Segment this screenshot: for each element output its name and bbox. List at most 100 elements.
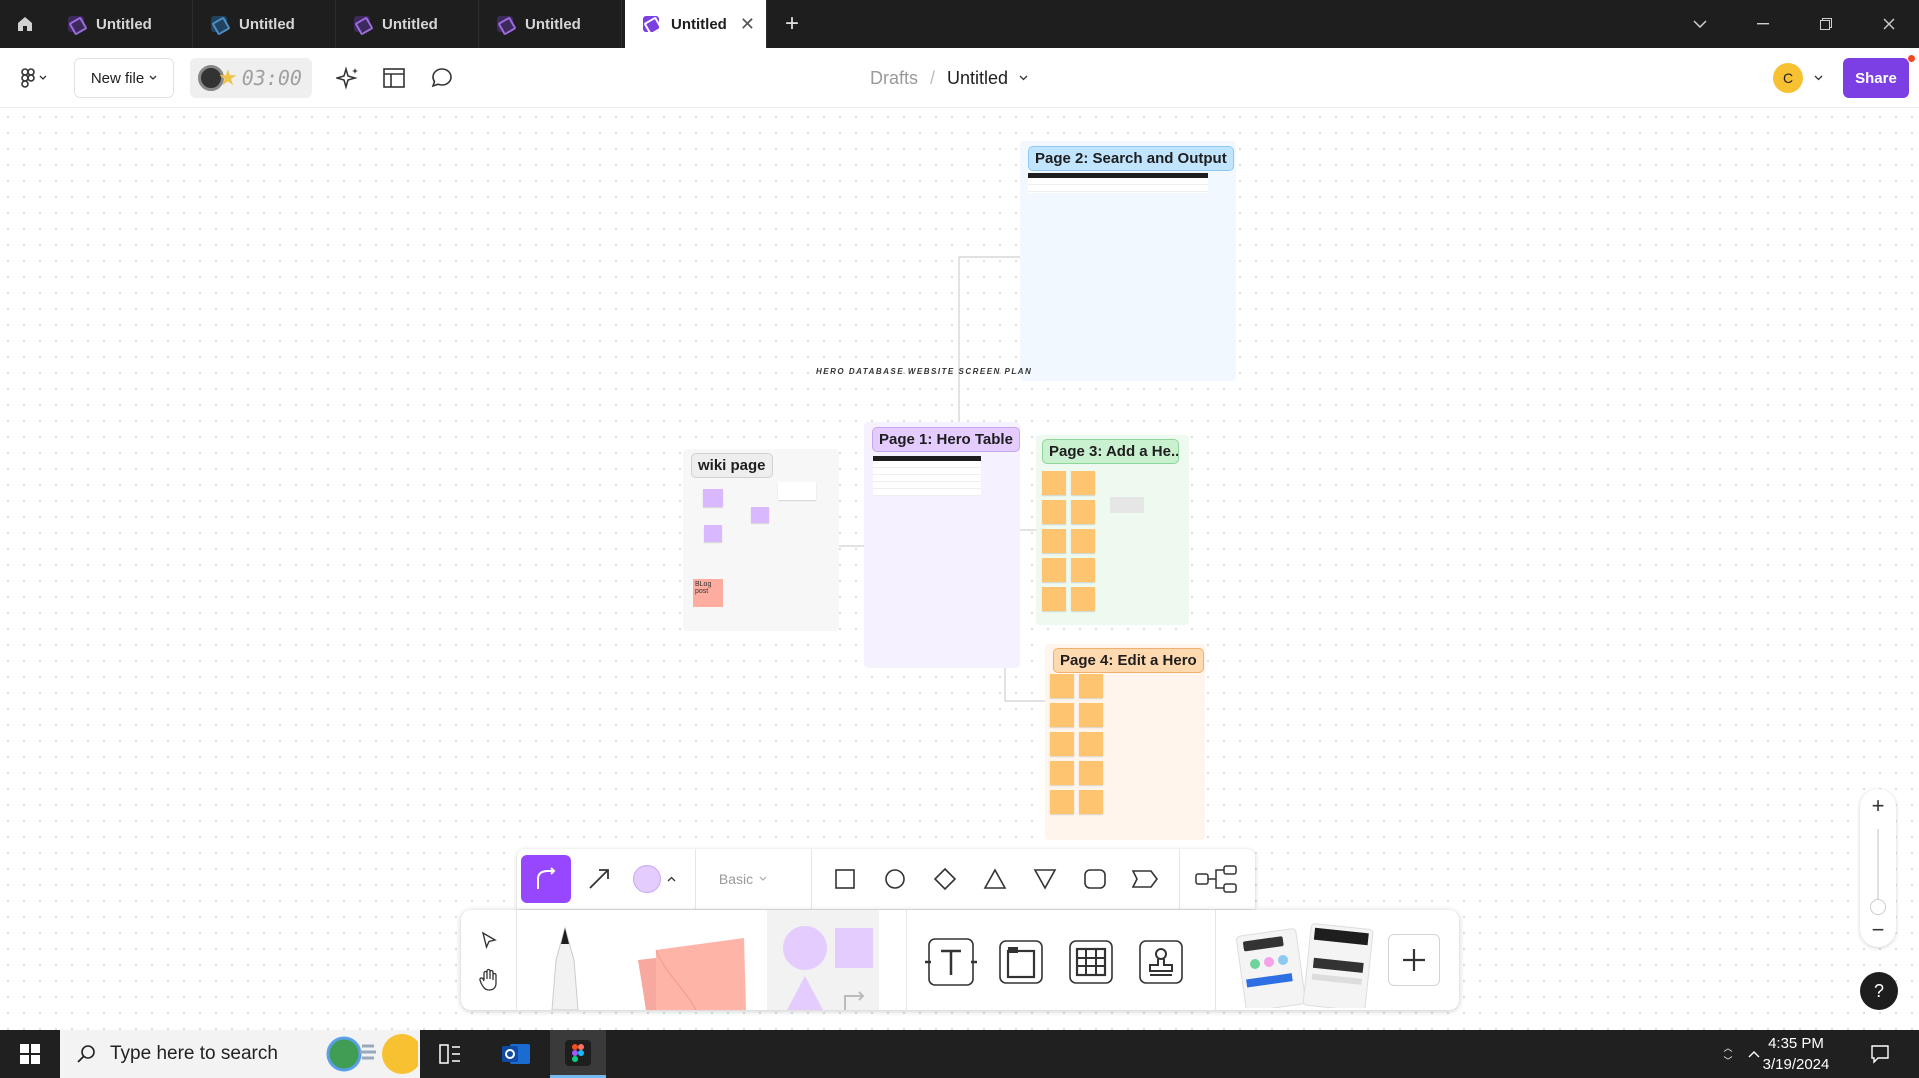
help-button[interactable]: ? (1860, 972, 1898, 1010)
table-tool[interactable] (1063, 934, 1119, 990)
section-page-2[interactable]: Page 2: Search and Output (1020, 141, 1236, 381)
close-window-button[interactable] (1859, 0, 1919, 48)
sticky-note[interactable] (1042, 558, 1066, 582)
rounded-rectangle-tool[interactable] (1074, 855, 1116, 903)
new-file-button[interactable]: New file (74, 58, 174, 98)
shape-library-select[interactable]: Basic (703, 855, 783, 903)
sticky-note[interactable] (1079, 761, 1103, 785)
restore-button[interactable] (1796, 0, 1856, 48)
hand-tool[interactable] (471, 962, 507, 998)
sticky-note[interactable] (1079, 790, 1103, 814)
section-tool[interactable] (993, 934, 1049, 990)
more-tools-button[interactable] (1388, 934, 1440, 986)
share-button[interactable]: Share (1843, 58, 1909, 98)
section-label-page-4[interactable]: Page 4: Edit a Hero (1053, 648, 1204, 673)
system-clock[interactable]: 4:35 PM 3/19/2024 (1746, 1033, 1846, 1075)
diamond-tool[interactable] (924, 855, 966, 903)
widgets-plugins-tool[interactable] (1231, 916, 1379, 1010)
zoom-in-button[interactable]: + (1860, 791, 1896, 821)
rectangle-tool[interactable] (824, 855, 866, 903)
sticky-note[interactable] (1042, 471, 1066, 495)
ai-actions-button[interactable] (328, 58, 368, 98)
main-menu-button[interactable] (14, 60, 54, 96)
text-tool[interactable] (923, 934, 979, 990)
templates-button[interactable] (374, 58, 414, 98)
tab-untitled-2[interactable]: Untitled (193, 0, 336, 48)
sticky-note[interactable] (1050, 790, 1074, 814)
sticky-note[interactable] (1042, 500, 1066, 524)
user-avatar[interactable]: C (1773, 63, 1803, 93)
scroll-arrows[interactable]: ︿ ﹀ (1718, 1030, 1738, 1078)
ellipse-tool[interactable] (874, 855, 916, 903)
zoom-out-button[interactable]: − (1860, 915, 1896, 945)
text-card[interactable] (778, 482, 816, 500)
sticky-note[interactable] (1042, 587, 1066, 611)
sticky-note[interactable] (1050, 761, 1074, 785)
close-tab-icon[interactable]: ✕ (740, 14, 755, 35)
section-page-4[interactable]: Page 4: Edit a Hero (1045, 644, 1205, 840)
chevron-shape-tool[interactable] (1124, 855, 1166, 903)
zoom-track[interactable] (1877, 829, 1879, 899)
multiplayer-menu-button[interactable] (1810, 63, 1826, 93)
section-label-wiki[interactable]: wiki page (691, 453, 773, 478)
plan-title[interactable]: HERO DATABASE WEBSITE SCREEN PLAN (816, 367, 1032, 376)
home-button[interactable] (0, 0, 50, 48)
sticky-note[interactable] (751, 507, 769, 523)
sticky-note[interactable] (1079, 703, 1103, 727)
inverted-triangle-tool[interactable] (1024, 855, 1066, 903)
tab-label: Untitled (239, 15, 295, 33)
color-picker[interactable] (629, 855, 679, 903)
sticky-note[interactable] (1071, 529, 1095, 553)
color-swatch (632, 865, 661, 893)
sticky-note[interactable] (1079, 732, 1103, 756)
sticky-note-tool[interactable] (621, 920, 761, 1010)
section-page-3[interactable]: Page 3: Add a He... (1036, 435, 1189, 625)
stamp-tool[interactable] (1133, 934, 1189, 990)
sticky-note[interactable] (1071, 558, 1095, 582)
tab-untitled-1[interactable]: Untitled (50, 0, 193, 48)
notification-center-button[interactable] (1858, 1030, 1902, 1078)
section-page-1[interactable]: Page 1: Hero Table (864, 422, 1020, 668)
section-label-page-1[interactable]: Page 1: Hero Table (872, 427, 1020, 452)
file-title[interactable]: Untitled (947, 68, 1008, 89)
straight-connector-tool[interactable] (575, 855, 623, 903)
sticky-note[interactable] (704, 525, 722, 542)
sticky-note[interactable] (1071, 587, 1095, 611)
figjam-file-icon (354, 16, 370, 32)
section-label-page-2[interactable]: Page 2: Search and Output (1028, 146, 1234, 171)
new-tab-button[interactable]: + (772, 0, 812, 48)
sticky-note[interactable] (1050, 703, 1074, 727)
sticky-note[interactable] (1050, 674, 1074, 698)
start-button[interactable] (0, 1030, 60, 1078)
timer-widget[interactable]: ★ 03:00 (190, 58, 312, 98)
tab-untitled-active[interactable]: Untitled ✕ (625, 0, 767, 48)
sticky-note[interactable] (1071, 471, 1095, 495)
sticky-note-blog[interactable]: BLog post (693, 579, 723, 607)
sticky-note[interactable] (1042, 529, 1066, 553)
shapes-tool[interactable] (767, 910, 879, 1010)
diagram-tool[interactable] (1185, 855, 1247, 903)
elbow-connector-tool[interactable] (521, 855, 571, 903)
breadcrumb-drafts-link[interactable]: Drafts (870, 68, 918, 89)
marker-tool[interactable] (521, 920, 609, 1010)
comments-button[interactable] (422, 58, 462, 98)
tab-untitled-4[interactable]: Untitled (479, 0, 622, 48)
move-tool[interactable] (471, 922, 507, 958)
sticky-note[interactable] (1079, 674, 1103, 698)
sticky-note[interactable] (1071, 500, 1095, 524)
figma-taskbar-button[interactable] (550, 1030, 606, 1078)
task-view-button[interactable] (424, 1030, 476, 1078)
section-wiki-page[interactable]: wiki page BLog post (683, 449, 839, 631)
weather-widget[interactable] (322, 1030, 418, 1078)
outlook-taskbar-button[interactable] (490, 1030, 542, 1078)
zoom-slider-handle[interactable] (1870, 899, 1886, 915)
tab-overflow-button[interactable] (1670, 0, 1730, 48)
sticky-note[interactable] (703, 489, 723, 507)
placeholder-card[interactable] (1110, 497, 1144, 513)
triangle-tool[interactable] (974, 855, 1016, 903)
tab-untitled-3[interactable]: Untitled (336, 0, 479, 48)
sticky-note[interactable] (1050, 732, 1074, 756)
minimize-button[interactable] (1733, 0, 1793, 48)
section-label-page-3[interactable]: Page 3: Add a He... (1042, 439, 1179, 464)
chevron-down-icon[interactable] (1019, 75, 1028, 81)
